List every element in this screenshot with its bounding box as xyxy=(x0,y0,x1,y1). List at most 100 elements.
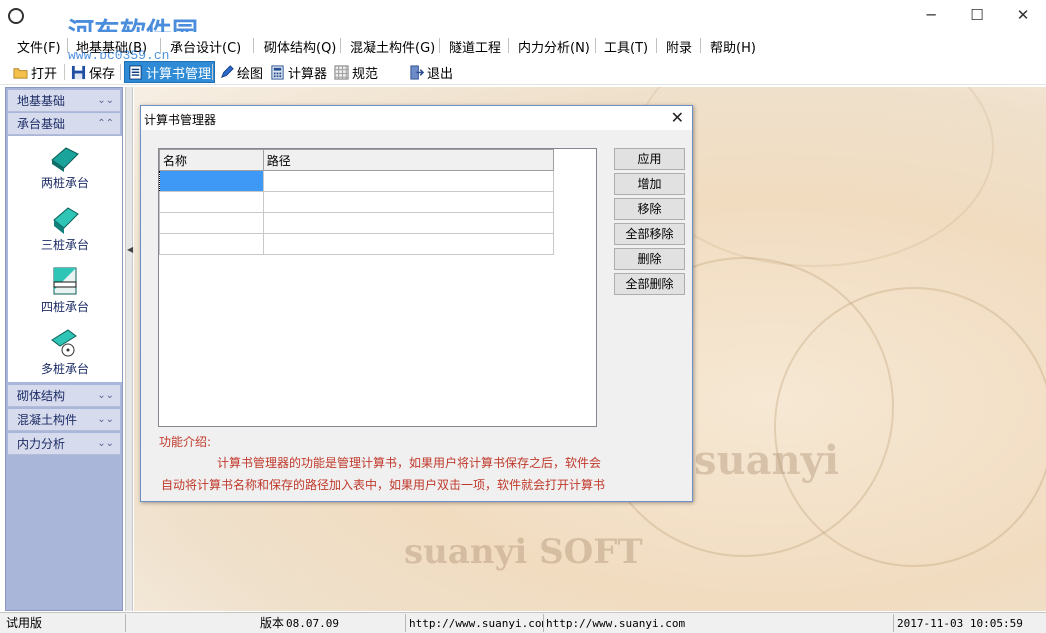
calculator-icon xyxy=(271,64,284,80)
minimize-button[interactable]: ─ xyxy=(908,0,954,32)
globe-decoration xyxy=(774,287,1046,567)
draw-label: 绘图 xyxy=(237,66,264,82)
calculator-button[interactable]: 计算器 xyxy=(267,61,330,83)
table-cell-name[interactable] xyxy=(159,233,264,255)
table-cell-name[interactable] xyxy=(159,191,264,213)
table-row[interactable] xyxy=(159,212,555,234)
status-edition: 试用版 xyxy=(6,616,43,630)
menu-separator xyxy=(656,38,657,53)
status-divider xyxy=(893,614,894,632)
table-row[interactable] xyxy=(159,191,555,213)
status-url-link-2[interactable]: http://www.suanyi.com xyxy=(546,614,685,633)
table-row[interactable] xyxy=(159,170,555,192)
table-cell-name[interactable] xyxy=(159,212,264,234)
menu-tools[interactable]: 工具(T) xyxy=(604,37,648,56)
menu-separator xyxy=(439,38,440,53)
calc-file-table: 名称 路径 xyxy=(159,149,555,255)
menu-separator xyxy=(340,38,341,53)
tool-four-pile-cap[interactable]: 四桩承台 xyxy=(8,266,122,315)
close-window-button[interactable]: ✕ xyxy=(1000,0,1046,32)
delete-button[interactable]: 删除 xyxy=(614,248,685,270)
remove-all-button[interactable]: 全部移除 xyxy=(614,223,685,245)
pen-icon xyxy=(220,64,234,78)
three-pile-cap-icon xyxy=(53,207,79,234)
four-pile-cap-icon xyxy=(53,267,77,295)
save-button[interactable]: 保存 xyxy=(68,61,118,83)
intro-label: 功能介绍: xyxy=(159,435,212,449)
column-header-name[interactable]: 名称 xyxy=(159,149,264,171)
table-cell-name[interactable] xyxy=(159,170,264,192)
sidebar-group-foundation[interactable]: 地基基础 ⌄⌄ xyxy=(8,90,120,112)
apply-button[interactable]: 应用 xyxy=(614,148,685,170)
sidebar-group-label: 承台基础 xyxy=(17,117,66,131)
toolbar-separator xyxy=(120,64,121,80)
intro-text-line-2: 自动将计算书名称和保存的路径加入表中，如果用户双击一项，软件就会打开计算书 xyxy=(161,478,606,492)
calc-file-grid[interactable]: 名称 路径 xyxy=(158,148,597,427)
remove-button[interactable]: 移除 xyxy=(614,198,685,220)
folder-icon xyxy=(13,67,28,79)
chevron-down-icon: ⌄⌄ xyxy=(97,414,114,425)
column-header-path[interactable]: 路径 xyxy=(262,149,555,171)
sidebar-group-masonry[interactable]: 砌体结构 ⌄⌄ xyxy=(8,385,120,407)
tool-two-pile-cap[interactable]: 两桩承台 xyxy=(8,142,122,191)
menu-pile-cap[interactable]: 承台设计(C) xyxy=(170,37,241,56)
exit-button[interactable]: 退出 xyxy=(406,61,456,83)
sidebar-group-label: 地基基础 xyxy=(17,94,66,108)
tool-three-pile-cap[interactable]: 三桩承台 xyxy=(8,204,122,253)
multi-pile-cap-icon xyxy=(51,329,77,357)
sidebar-group-internal-force[interactable]: 内力分析 ⌄⌄ xyxy=(8,433,120,455)
menu-tunnel[interactable]: 隧道工程 xyxy=(449,37,501,56)
close-icon[interactable]: ✕ xyxy=(671,108,684,127)
menu-bar: 文件(F) 地基基础(B) 承台设计(C) 砌体结构(Q) 混凝土构件(G) 隧… xyxy=(0,32,1046,63)
sidebar-group-label: 砌体结构 xyxy=(17,389,66,403)
table-cell-path[interactable] xyxy=(262,212,555,234)
intro-text-line-1: 计算书管理器的功能是管理计算书，如果用户将计算书保存之后，软件会 xyxy=(217,456,602,470)
chevron-down-icon: ⌄⌄ xyxy=(97,95,114,106)
status-datetime: 2017-11-03 10:05:59 xyxy=(897,617,1023,630)
save-label: 保存 xyxy=(89,66,116,82)
tool-multi-pile-cap[interactable]: 多桩承台 xyxy=(8,326,122,377)
table-row[interactable] xyxy=(159,233,555,255)
app-icon xyxy=(8,8,24,24)
calculator-label: 计算器 xyxy=(288,66,328,82)
open-button[interactable]: 打开 xyxy=(10,61,60,83)
tool-label: 两桩承台 xyxy=(40,176,89,190)
tool-label: 多桩承台 xyxy=(40,362,89,376)
delete-all-button[interactable]: 全部删除 xyxy=(614,273,685,295)
toolbar-separator xyxy=(212,64,213,80)
status-url-link[interactable]: http://www.suanyi.com xyxy=(409,614,543,633)
two-pile-cap-icon xyxy=(51,147,79,172)
exit-door-icon xyxy=(410,64,424,80)
menu-masonry[interactable]: 砌体结构(Q) xyxy=(264,37,336,56)
status-divider xyxy=(543,614,544,632)
menu-concrete[interactable]: 混凝土构件(G) xyxy=(350,37,435,56)
table-cell-path[interactable] xyxy=(262,233,555,255)
sidebar-group-pile-cap[interactable]: 承台基础 ⌃⌃ xyxy=(8,113,120,135)
menu-appendix[interactable]: 附录 xyxy=(666,37,692,56)
background-brand-soft: suanyi SOFT xyxy=(404,532,643,572)
table-cell-path[interactable] xyxy=(262,170,555,192)
status-version-label: 版本 xyxy=(260,616,285,630)
collapse-arrow-icon[interactable]: ◀ xyxy=(127,245,133,254)
spec-button[interactable]: 规范 xyxy=(331,61,381,83)
sidebar-splitter[interactable]: ◀ xyxy=(125,87,133,611)
menu-help[interactable]: 帮助(H) xyxy=(710,37,756,56)
menu-internal-force[interactable]: 内力分析(N) xyxy=(518,37,590,56)
calc-manager-label: 计算书管理 xyxy=(146,66,212,82)
open-label: 打开 xyxy=(31,66,58,82)
sidebar: 地基基础 ⌄⌄ 承台基础 ⌃⌃ 两桩承台 三桩承台 四桩承台 多桩承台 砌体结构… xyxy=(5,87,123,611)
sidebar-group-concrete[interactable]: 混凝土构件 ⌄⌄ xyxy=(8,409,120,431)
maximize-button[interactable]: ☐ xyxy=(954,0,1000,32)
menu-separator xyxy=(508,38,509,53)
table-cell-path[interactable] xyxy=(262,191,555,213)
draw-button[interactable]: 绘图 xyxy=(216,61,266,83)
status-divider xyxy=(405,614,406,632)
menu-file[interactable]: 文件(F) xyxy=(17,37,61,56)
add-button[interactable]: 增加 xyxy=(614,173,685,195)
sidebar-tool-panel: 两桩承台 三桩承台 四桩承台 多桩承台 xyxy=(8,136,122,382)
sidebar-group-label: 内力分析 xyxy=(17,437,66,451)
calc-manager-button[interactable]: 计算书管理 xyxy=(124,61,216,83)
title-bar: 河东软件园 ─ ☐ ✕ xyxy=(0,0,1046,48)
status-bar: 试用版 版本 08.07.09 http://www.suanyi.com ht… xyxy=(0,612,1046,633)
menu-separator xyxy=(253,38,254,53)
